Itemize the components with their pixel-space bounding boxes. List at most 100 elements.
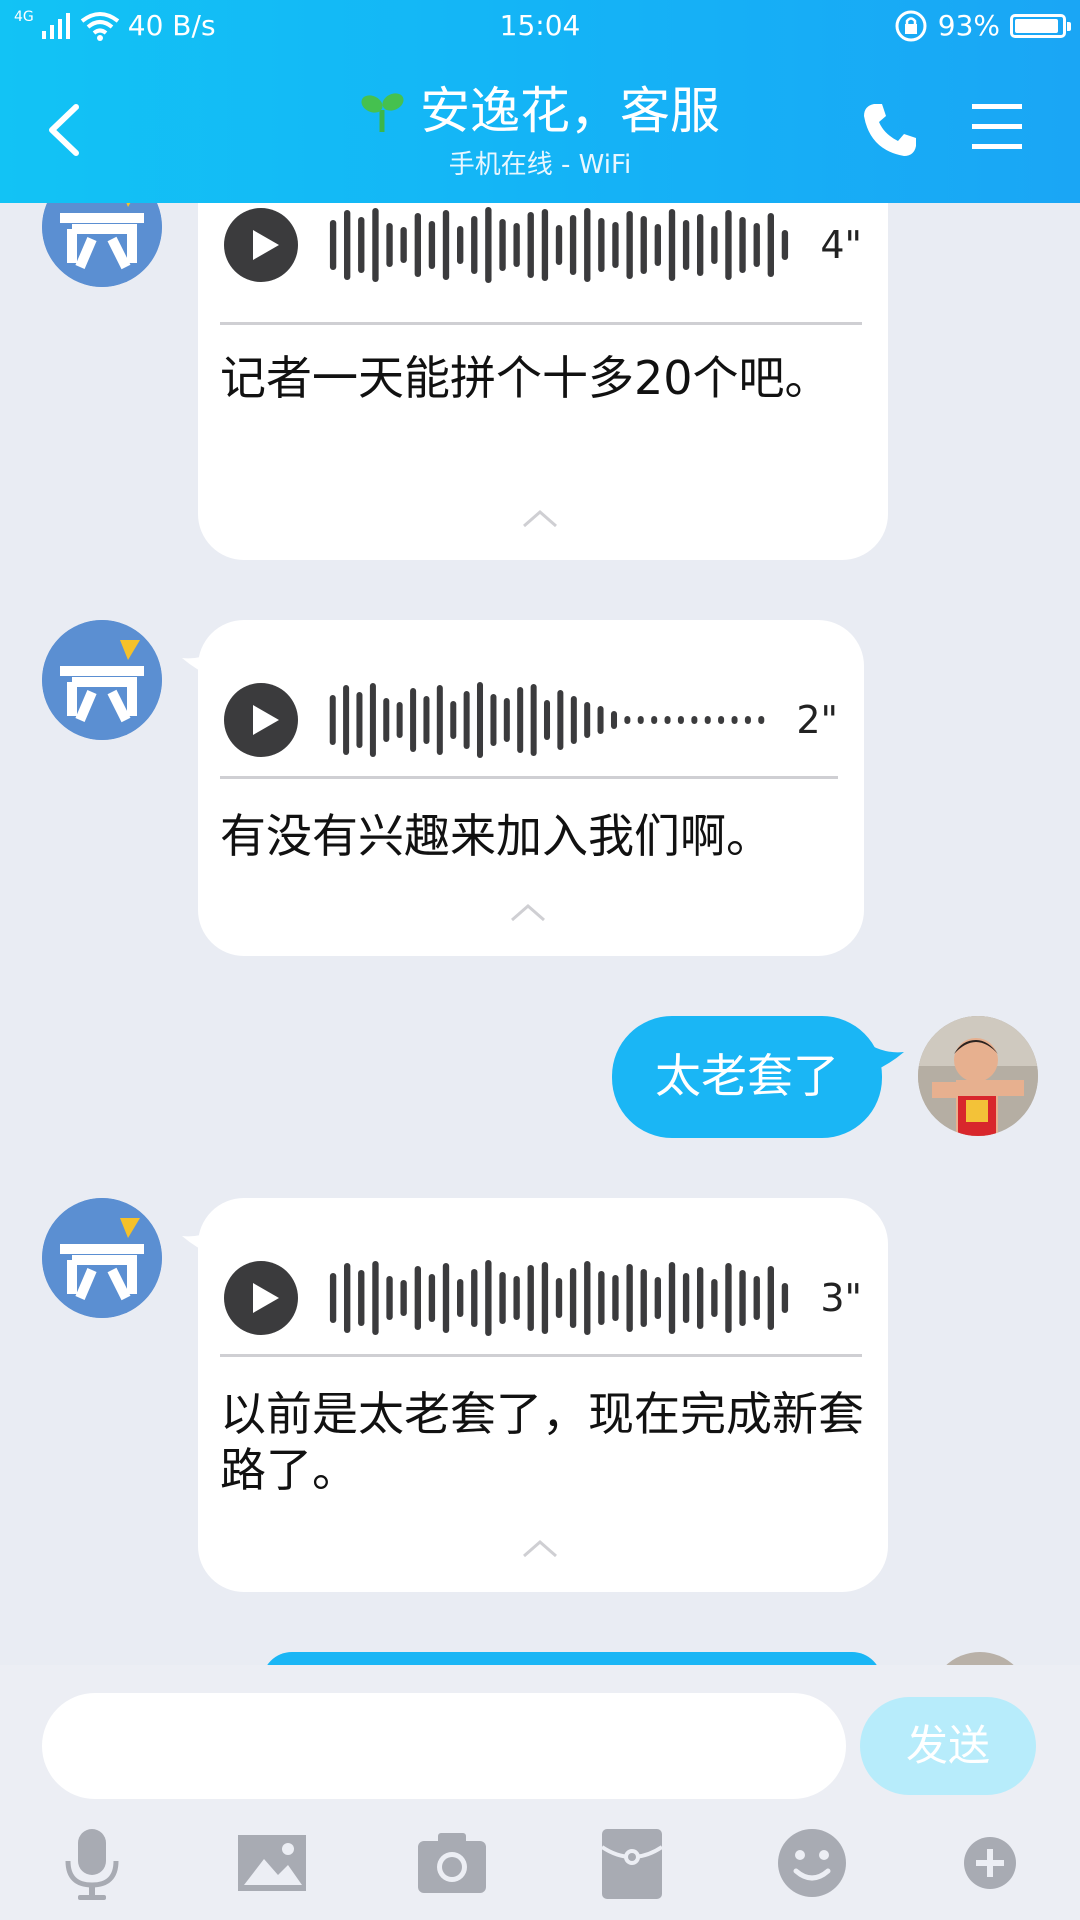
message-input[interactable] [42, 1693, 846, 1799]
waveform-bar [626, 211, 633, 279]
waveform-bar [442, 1263, 450, 1333]
message-bubble[interactable]: 3" 以前是太老套了，现在完成新套路了。 [198, 1198, 888, 1592]
outgoing-message-bubble[interactable]: 太老套了 [612, 1016, 882, 1138]
status-bar: 4G 40 B/s 15:04 93% [0, 0, 1080, 52]
play-button[interactable] [224, 1261, 298, 1335]
waveform-bar [640, 216, 647, 274]
input-bar: 发送 [0, 1665, 1080, 1920]
waveform-bar [767, 1266, 774, 1330]
waveform-bar [668, 209, 676, 281]
waveform-bar [344, 1263, 351, 1333]
waveform-bar [386, 1276, 393, 1320]
waveform-bar [753, 223, 760, 267]
voice-player: 2" [224, 670, 838, 770]
waveform-bar [383, 698, 390, 742]
sprout-icon [361, 93, 404, 132]
waveform-bar [781, 1283, 789, 1313]
waveform-bar [329, 695, 336, 745]
waveform-bar [598, 218, 605, 272]
battery-icon [1010, 14, 1071, 38]
waveform-bar [457, 226, 464, 264]
waveform-bar [584, 208, 591, 282]
waveform-bar [677, 716, 684, 724]
microphone-icon[interactable] [52, 1823, 132, 1903]
waveform-bar [610, 711, 618, 729]
waveform-bar [476, 682, 484, 758]
contact-avatar[interactable] [42, 620, 162, 740]
send-button[interactable]: 发送 [860, 1697, 1036, 1795]
collapse-icon[interactable] [522, 508, 558, 528]
waveform-bar [410, 688, 417, 752]
rotation-lock-icon [895, 10, 927, 42]
waveform-bar [356, 692, 363, 748]
play-button[interactable] [224, 208, 298, 282]
collapse-icon[interactable] [510, 902, 546, 922]
waveform [329, 207, 789, 283]
waveform-bar [485, 1260, 492, 1336]
camera-icon[interactable] [412, 1823, 492, 1903]
message-bubble[interactable]: 2" 有没有兴趣来加入我们啊。 [198, 620, 864, 956]
waveform-bar [442, 210, 450, 280]
waveform-bar [584, 702, 591, 738]
bot-logo-icon [42, 1198, 162, 1318]
waveform-bar [739, 217, 746, 273]
waveform-bar [711, 226, 718, 264]
waveform-bar [513, 1276, 520, 1320]
waveform-bar [485, 207, 492, 283]
voice-transcript: 有没有兴趣来加入我们啊。 [220, 809, 772, 863]
waveform-bar [598, 1271, 605, 1325]
waveform-bar [696, 214, 704, 276]
hamburger-menu-icon [972, 104, 1022, 149]
plus-icon[interactable] [950, 1823, 1030, 1903]
voice-player: 3" [224, 1248, 862, 1348]
waveform-bar [626, 1264, 633, 1332]
waveform-bar [654, 224, 661, 266]
play-button[interactable] [224, 683, 298, 757]
waveform [329, 682, 765, 758]
divider [220, 1354, 862, 1357]
waveform-bar [555, 1278, 563, 1318]
phone-icon [864, 104, 916, 156]
waveform-bar [731, 716, 738, 724]
waveform-bar [428, 1274, 436, 1322]
waveform-bar [372, 1261, 379, 1335]
voice-duration: 2" [796, 698, 838, 742]
voice-transcript: 记者一天能拼个十多20个吧。 [220, 351, 831, 405]
red-packet-icon[interactable] [592, 1823, 672, 1903]
waveform-bar [527, 1265, 534, 1331]
waveform-bar [517, 687, 524, 753]
waveform-bar [569, 215, 577, 275]
waveform-bar [463, 691, 470, 749]
waveform-bar [400, 227, 407, 263]
call-button[interactable] [860, 100, 920, 160]
waveform-bar [503, 698, 510, 742]
waveform-bar [584, 1261, 591, 1335]
user-avatar[interactable] [918, 1016, 1038, 1136]
waveform-bar [691, 716, 698, 724]
waveform-bar [450, 701, 457, 739]
waveform-bar [530, 684, 537, 756]
voice-player: 4" [224, 195, 862, 295]
waveform-bar [541, 1262, 549, 1334]
emoji-icon[interactable] [772, 1823, 852, 1903]
contact-avatar[interactable] [42, 1198, 162, 1318]
menu-button[interactable] [970, 100, 1024, 154]
voice-duration: 3" [820, 1276, 862, 1320]
waveform-bar [569, 1268, 577, 1328]
waveform-bar [471, 216, 478, 274]
status-right: 93% [894, 8, 1071, 44]
waveform-bar [386, 223, 393, 267]
image-icon[interactable] [232, 1823, 312, 1903]
waveform-bar [414, 1266, 422, 1330]
collapse-icon[interactable] [522, 1538, 558, 1558]
waveform-bar [739, 1270, 746, 1326]
waveform-bar [725, 1263, 732, 1333]
waveform-bar [725, 210, 732, 280]
waveform-bar [527, 212, 534, 278]
waveform-bar [543, 700, 551, 740]
voice-transcript: 以前是太老套了，现在完成新套路了。 [220, 1387, 864, 1497]
waveform-bar [499, 1272, 506, 1324]
waveform-bar [329, 220, 337, 270]
battery-percent: 93% [937, 9, 1000, 42]
waveform-bar [781, 230, 789, 260]
